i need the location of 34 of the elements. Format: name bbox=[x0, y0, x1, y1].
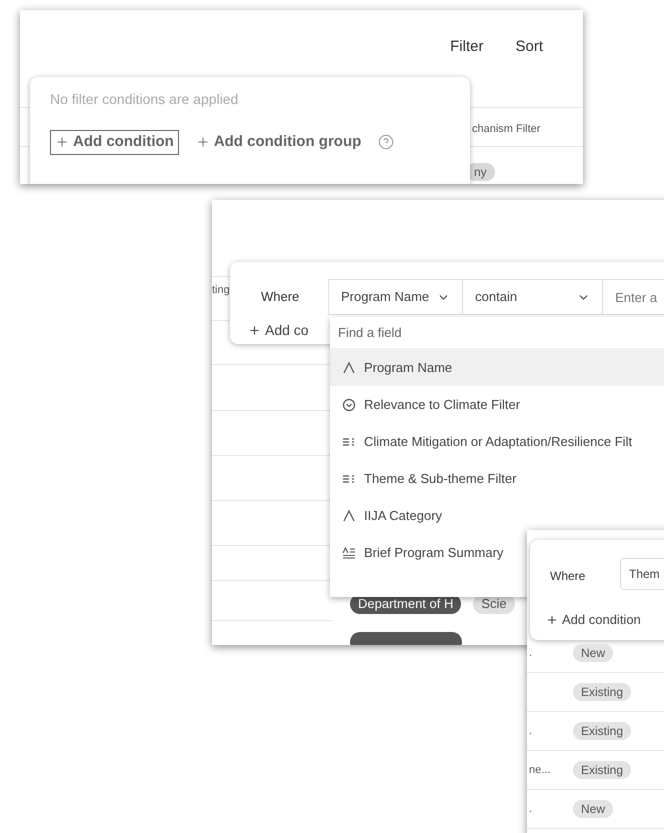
status-tag: New bbox=[573, 800, 614, 818]
long-text-icon bbox=[342, 546, 356, 560]
letter-a-icon bbox=[342, 508, 356, 522]
table-cell-text: ne... bbox=[529, 762, 550, 778]
add-condition-button[interactable]: Add co bbox=[248, 320, 309, 341]
letter-a-icon bbox=[342, 360, 356, 374]
plus-icon bbox=[248, 324, 261, 337]
table-cell-text: . bbox=[529, 646, 532, 661]
where-label: Where bbox=[550, 568, 586, 585]
where-label: Where bbox=[261, 288, 300, 306]
field-option[interactable]: Program Name bbox=[330, 349, 664, 386]
operator-select[interactable]: contain bbox=[463, 279, 604, 315]
plus-icon bbox=[55, 135, 69, 150]
value-field[interactable]: Enter a bbox=[603, 279, 664, 315]
column-header: ting bbox=[212, 283, 230, 298]
status-tag: Existing bbox=[573, 683, 632, 701]
circle-chevron-icon bbox=[342, 398, 356, 412]
field-select[interactable]: Them bbox=[620, 558, 664, 590]
status-tag: New bbox=[573, 644, 614, 662]
add-condition-button[interactable]: Add condition bbox=[546, 610, 641, 630]
column-header: chanism Filter bbox=[472, 122, 540, 137]
help-icon bbox=[378, 134, 394, 150]
status-tag: Existing bbox=[573, 761, 632, 779]
status-tag: Existing bbox=[573, 722, 632, 740]
add-condition-button[interactable]: Add condition group bbox=[190, 130, 366, 154]
field-select[interactable]: Program Name bbox=[328, 279, 464, 315]
empty-message: No filter conditions are applied bbox=[50, 90, 240, 109]
toolbar-button[interactable]: Filter bbox=[450, 36, 484, 58]
plus-icon bbox=[196, 135, 210, 150]
table-cell-text: . bbox=[529, 724, 532, 739]
toolbar-button[interactable]: Sort bbox=[515, 36, 543, 58]
table-cell-text: . bbox=[529, 802, 532, 817]
plus-icon bbox=[546, 614, 558, 626]
add-condition-button[interactable]: Add condition bbox=[50, 130, 179, 154]
